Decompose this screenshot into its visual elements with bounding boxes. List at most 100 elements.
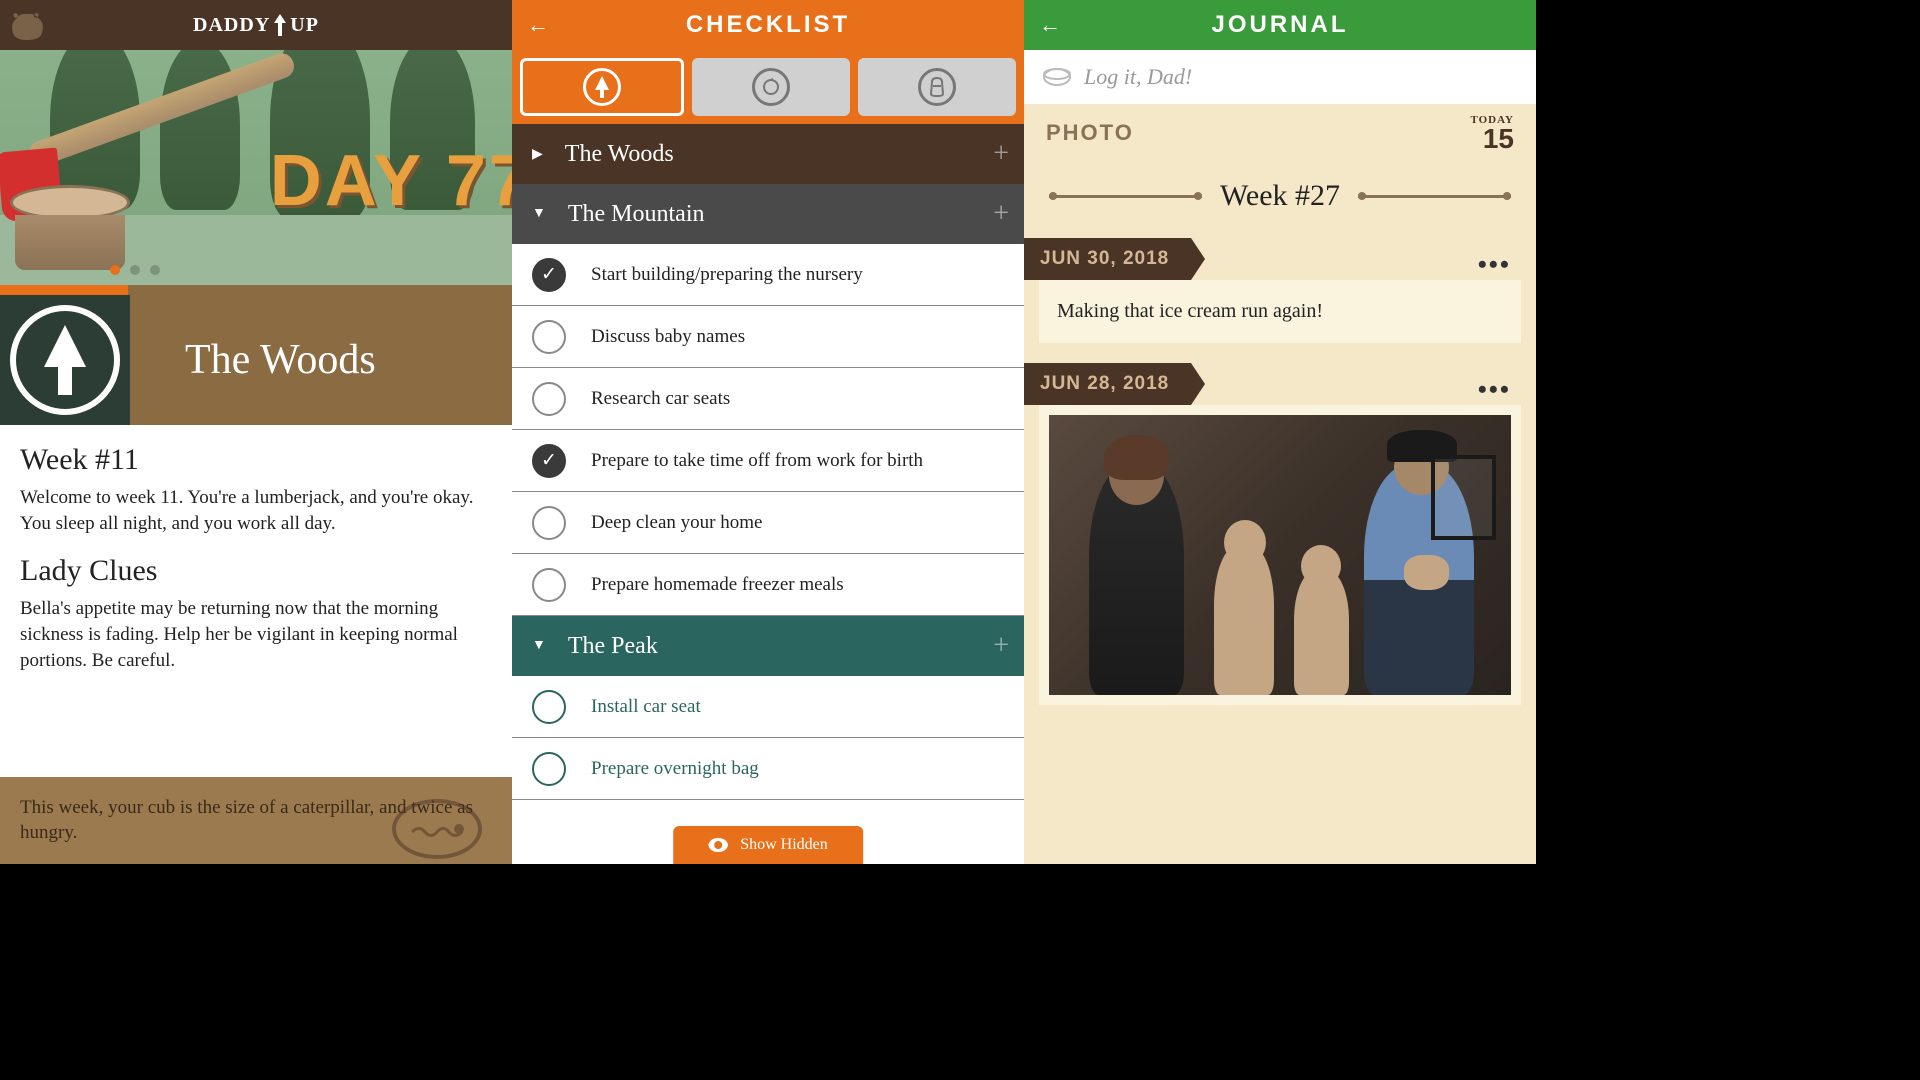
entry-text: Making that ice cream run again! bbox=[1039, 280, 1521, 343]
group-label: The Woods bbox=[565, 141, 674, 168]
item-label: Discuss baby names bbox=[591, 326, 745, 348]
eye-icon bbox=[708, 838, 728, 852]
log-icon bbox=[1042, 66, 1072, 88]
week-heading: Week #11 bbox=[20, 443, 492, 477]
header-title: CHECKLIST bbox=[686, 11, 850, 39]
section-title: The Woods bbox=[185, 336, 376, 384]
checklist-item[interactable]: Research car seats bbox=[512, 368, 1024, 430]
caterpillar-icon bbox=[392, 799, 482, 859]
journal-entry[interactable]: JUN 30, 2018 ••• Making that ice cream r… bbox=[1039, 238, 1521, 343]
item-label: Prepare homemade freezer meals bbox=[591, 574, 844, 596]
today-number: 15 bbox=[1470, 126, 1514, 151]
checkbox-checked[interactable]: ✓ bbox=[532, 444, 566, 478]
entry-date: JUN 28, 2018 bbox=[1024, 363, 1191, 405]
entry-menu-button[interactable]: ••• bbox=[1478, 250, 1511, 280]
journal-header: ← JOURNAL bbox=[1024, 0, 1536, 50]
backpack-icon bbox=[927, 76, 947, 98]
week-divider: Week #27 bbox=[1024, 169, 1536, 238]
checklist-item[interactable]: Prepare overnight bag bbox=[512, 738, 1024, 800]
carousel-pager[interactable] bbox=[110, 265, 160, 275]
item-label: Research car seats bbox=[591, 388, 730, 410]
size-tip: This week, your cub is the size of a cat… bbox=[0, 777, 512, 864]
logo-text-right: UP bbox=[290, 14, 319, 37]
tree-icon bbox=[38, 325, 93, 395]
section-icon-circle bbox=[10, 305, 120, 415]
baby-icon bbox=[761, 77, 781, 97]
tree-icon bbox=[593, 76, 611, 98]
chevron-down-icon: ▼ bbox=[532, 638, 546, 654]
show-hidden-button[interactable]: Show Hidden bbox=[673, 826, 863, 864]
week-label: Week #27 bbox=[1220, 179, 1340, 213]
checkbox[interactable] bbox=[532, 320, 566, 354]
logo-text-left: DADDY bbox=[193, 14, 270, 37]
checklist-item[interactable]: Deep clean your home bbox=[512, 492, 1024, 554]
entry-menu-button[interactable]: ••• bbox=[1478, 375, 1511, 405]
app-logo: DADDY UP bbox=[193, 14, 319, 37]
journal-entry[interactable]: JUN 28, 2018 ••• bbox=[1039, 363, 1521, 705]
day-counter: DAY 77 bbox=[270, 140, 512, 222]
item-label: Prepare to take time off from work for b… bbox=[591, 450, 923, 472]
tab-bag[interactable] bbox=[858, 58, 1016, 116]
hero-carousel[interactable]: DAY 77 bbox=[0, 50, 512, 285]
tab-woods[interactable] bbox=[520, 58, 684, 116]
item-label: Install car seat bbox=[591, 696, 701, 718]
group-mountain[interactable]: ▼ The Mountain + bbox=[512, 184, 1024, 244]
group-peak[interactable]: ▼ The Peak + bbox=[512, 616, 1024, 676]
photo-button[interactable]: PHOTO bbox=[1046, 120, 1134, 146]
progress-strip bbox=[0, 285, 512, 295]
checklist-item[interactable]: Install car seat bbox=[512, 676, 1024, 738]
checklist-item[interactable]: ✓ Prepare to take time off from work for … bbox=[512, 430, 1024, 492]
log-input[interactable]: Log it, Dad! bbox=[1024, 50, 1536, 104]
pager-dot[interactable] bbox=[130, 265, 140, 275]
section-header: The Woods bbox=[0, 295, 512, 425]
checklist-item[interactable]: Discuss baby names bbox=[512, 306, 1024, 368]
checkbox[interactable] bbox=[532, 382, 566, 416]
photo-row: PHOTO TODAY 15 bbox=[1024, 104, 1536, 169]
add-icon[interactable]: + bbox=[993, 138, 1009, 170]
chevron-down-icon: ▼ bbox=[532, 206, 546, 222]
add-icon[interactable]: + bbox=[993, 630, 1009, 662]
checkbox[interactable] bbox=[532, 752, 566, 786]
show-hidden-label: Show Hidden bbox=[740, 836, 828, 854]
pager-dot[interactable] bbox=[150, 265, 160, 275]
checklist-tabs bbox=[512, 50, 1024, 124]
entry-date: JUN 30, 2018 bbox=[1024, 238, 1191, 280]
pager-dot[interactable] bbox=[110, 265, 120, 275]
checkbox[interactable] bbox=[532, 690, 566, 724]
chevron-right-icon: ▶ bbox=[532, 146, 543, 163]
group-woods[interactable]: ▶ The Woods + bbox=[512, 124, 1024, 184]
bear-icon bbox=[5, 8, 50, 43]
item-label: Prepare overnight bag bbox=[591, 758, 759, 780]
group-label: The Mountain bbox=[568, 201, 705, 228]
group-label: The Peak bbox=[568, 633, 658, 660]
checklist-header: ← CHECKLIST bbox=[512, 0, 1024, 50]
arrow-up-icon bbox=[272, 14, 288, 36]
stump-illustration bbox=[10, 185, 150, 275]
checklist-item[interactable]: ✓ Start building/preparing the nursery bbox=[512, 244, 1024, 306]
checklist-screen: ← CHECKLIST ▶ The Woods + ▼ The Mountain… bbox=[512, 0, 1024, 864]
entry-photo bbox=[1039, 405, 1521, 705]
log-placeholder: Log it, Dad! bbox=[1084, 64, 1192, 90]
back-button[interactable]: ← bbox=[1039, 12, 1061, 38]
clues-heading: Lady Clues bbox=[20, 554, 492, 588]
week-content: Week #11 Welcome to week 11. You're a lu… bbox=[0, 425, 512, 777]
today-indicator: TODAY 15 bbox=[1470, 114, 1514, 151]
app-header: DADDY UP bbox=[0, 0, 512, 50]
family-photo[interactable] bbox=[1049, 415, 1511, 695]
checklist-body: ▶ The Woods + ▼ The Mountain + ✓ Start bu… bbox=[512, 124, 1024, 864]
back-button[interactable]: ← bbox=[527, 12, 549, 38]
item-label: Start building/preparing the nursery bbox=[591, 264, 863, 286]
clues-text: Bella's appetite may be returning now th… bbox=[20, 596, 492, 673]
checklist-item[interactable]: Prepare homemade freezer meals bbox=[512, 554, 1024, 616]
item-label: Deep clean your home bbox=[591, 512, 762, 534]
header-title: JOURNAL bbox=[1211, 11, 1348, 39]
checkbox[interactable] bbox=[532, 506, 566, 540]
journal-screen: ← JOURNAL Log it, Dad! PHOTO TODAY 15 We… bbox=[1024, 0, 1536, 864]
tab-baby[interactable] bbox=[692, 58, 850, 116]
week-text: Welcome to week 11. You're a lumberjack,… bbox=[20, 485, 492, 536]
checkbox-checked[interactable]: ✓ bbox=[532, 258, 566, 292]
home-screen: DADDY UP DAY 77 bbox=[0, 0, 512, 864]
add-icon[interactable]: + bbox=[993, 198, 1009, 230]
checkbox[interactable] bbox=[532, 568, 566, 602]
journal-body: Log it, Dad! PHOTO TODAY 15 Week #27 JUN… bbox=[1024, 50, 1536, 864]
